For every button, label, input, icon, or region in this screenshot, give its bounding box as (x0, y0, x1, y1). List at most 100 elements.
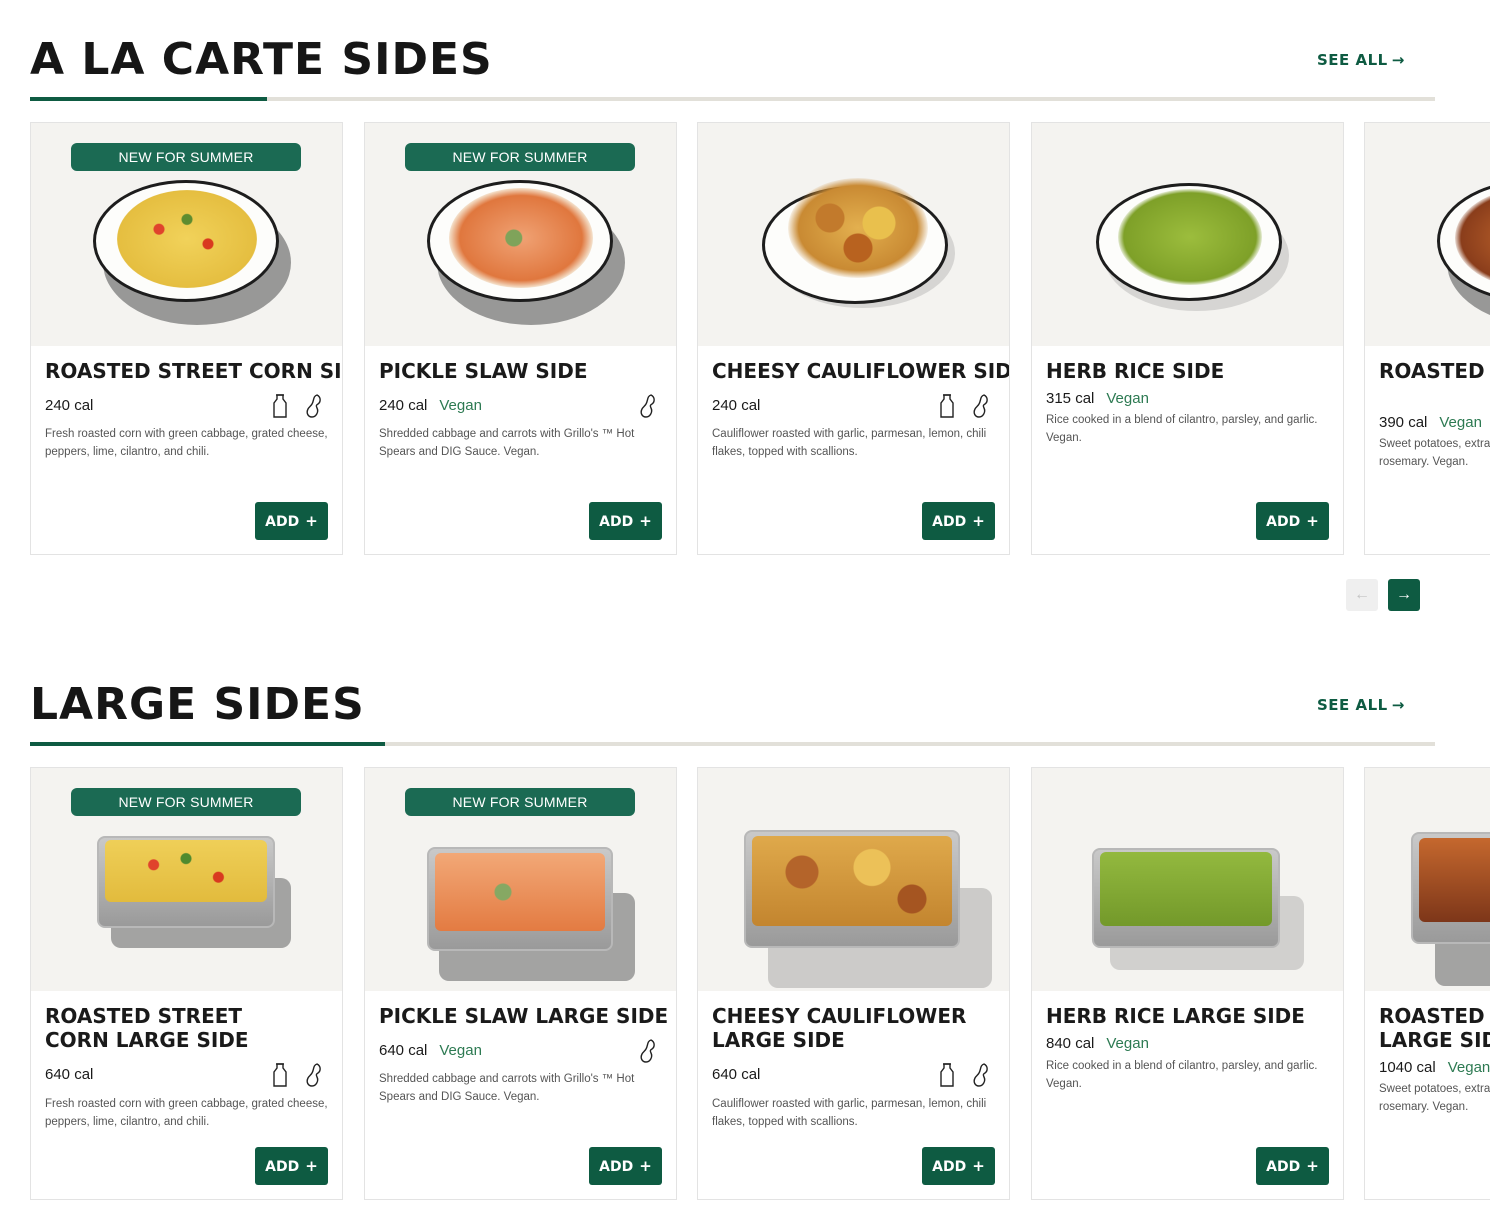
product-description: Rice cooked in a blend of cilantro, pars… (1046, 1060, 1318, 1090)
allergen-icons (937, 1062, 991, 1088)
add-button[interactable]: ADD + (255, 1147, 328, 1185)
calories-value: 640 cal (379, 1042, 428, 1059)
plus-icon: + (305, 1157, 318, 1175)
product-name: CHEESY CAULIFLOWER SIDE (712, 359, 1010, 383)
product-name: ROASTED STREET CORN LARGE SIDE (45, 1004, 249, 1052)
allergen-icons (270, 393, 324, 419)
peanut-icon (306, 394, 321, 418)
add-label: ADD (265, 1159, 300, 1175)
product-card[interactable]: ROASTED SW SIDE 390 cal Vegan Sweet potat… (1364, 122, 1490, 555)
product-card[interactable]: HERB RICE SIDE 315 cal Vegan Rice cooked … (1031, 122, 1344, 555)
calories: 640 cal (712, 1066, 760, 1083)
plate-image (425, 178, 625, 328)
plus-icon: + (972, 512, 985, 530)
product-description: Shredded cabbage and carrots with Grillo… (379, 1073, 635, 1103)
carousel-next-button[interactable]: → (1388, 579, 1420, 611)
new-badge: NEW FOR SUMMER (71, 788, 301, 816)
calories-value: 390 cal (1379, 414, 1428, 431)
allergen-icons (270, 1062, 324, 1088)
add-button[interactable]: ADD + (589, 502, 662, 540)
product-card[interactable]: NEW FOR SUMMER ROASTED STREET CORN LARGE… (30, 767, 343, 1200)
plus-icon: + (1306, 512, 1319, 530)
section-divider-accent (30, 742, 385, 746)
new-badge: NEW FOR SUMMER (405, 143, 635, 171)
add-button[interactable]: ADD + (1256, 502, 1329, 540)
add-label: ADD (599, 514, 634, 530)
product-name: ROASTED STREET CORN SIDE (45, 359, 343, 383)
calories: 640 cal Vegan (379, 1042, 482, 1059)
add-button[interactable]: ADD + (255, 502, 328, 540)
plus-icon: + (639, 1157, 652, 1175)
vegan-tag: Vegan (439, 1042, 482, 1059)
product-card[interactable]: CHEESY CAULIFLOWER SIDE 240 cal Cauliflo… (697, 122, 1010, 555)
calories-value: 1040 cal (1379, 1059, 1436, 1076)
peanut-icon (306, 1063, 321, 1087)
peanut-icon (640, 1039, 655, 1063)
product-description: Fresh roasted corn with green cabbage, g… (45, 428, 328, 458)
product-image: NEW FOR SUMMER (31, 123, 342, 346)
product-card[interactable]: NEW FOR SUMMER PICKLE SLAW LARGE SIDE 64… (364, 767, 677, 1200)
product-carousel: NEW FOR SUMMER ROASTED STREET CORN LARGE… (30, 767, 1490, 1200)
tray-image (425, 843, 635, 983)
add-label: ADD (932, 1159, 967, 1175)
add-label: ADD (932, 514, 967, 530)
product-description: Sweet potatoes, extra rosemary. Vegan. (1379, 1083, 1490, 1113)
tray-image (91, 828, 301, 958)
product-description: Shredded cabbage and carrots with Grillo… (379, 428, 635, 458)
product-image (1365, 123, 1490, 346)
product-description: Cauliflower roasted with garlic, parmesa… (712, 1098, 987, 1128)
tray-image (1409, 830, 1490, 990)
product-description: Rice cooked in a blend of cilantro, pars… (1046, 414, 1318, 444)
product-image: NEW FOR SUMMER (365, 123, 676, 346)
product-card[interactable]: CHEESY CAULIFLOWER LARGE SIDE 640 cal Ca… (697, 767, 1010, 1200)
vegan-tag: Vegan (1447, 1059, 1490, 1076)
new-badge: NEW FOR SUMMER (71, 143, 301, 171)
plate-image (91, 178, 291, 328)
product-card[interactable]: HERB RICE LARGE SIDE 840 cal Vegan Rice c… (1031, 767, 1344, 1200)
product-image (698, 123, 1009, 346)
see-all-link[interactable]: SEE ALL → (1317, 696, 1405, 714)
calories: 240 cal (712, 397, 760, 414)
product-name: PICKLE SLAW SIDE (379, 359, 588, 383)
add-button[interactable]: ADD + (1256, 1147, 1329, 1185)
arrow-right-icon: → (1391, 51, 1405, 69)
see-all-link[interactable]: SEE ALL → (1317, 51, 1405, 69)
add-label: ADD (1266, 1159, 1301, 1175)
product-card[interactable]: ROASTED SW LARGE SIDE 1040 cal Vegan Swee… (1364, 767, 1490, 1200)
product-description: Sweet potatoes, extra rosemary. Vegan. (1379, 438, 1490, 468)
product-description: Fresh roasted corn with green cabbage, g… (45, 1098, 328, 1128)
add-label: ADD (1266, 514, 1301, 530)
product-name: ROASTED SW SIDE (1379, 359, 1490, 383)
section-divider (30, 97, 1435, 101)
plus-icon: + (1306, 1157, 1319, 1175)
section-large-sides: LARGE SIDES SEE ALL → NEW FOR SUMMER ROAS… (0, 645, 1490, 1215)
section-title: LARGE SIDES (30, 679, 365, 730)
product-card[interactable]: NEW FOR SUMMER PICKLE SLAW SIDE 240 cal V… (364, 122, 677, 555)
vegan-tag: Vegan (1106, 390, 1149, 407)
see-all-label: SEE ALL (1317, 696, 1388, 714)
allergen-icons (638, 1038, 658, 1064)
plus-icon: + (972, 1157, 985, 1175)
product-name: ROASTED SW LARGE SIDE (1379, 1004, 1490, 1052)
add-button[interactable]: ADD + (589, 1147, 662, 1185)
product-name: HERB RICE SIDE (1046, 359, 1225, 383)
product-image (1032, 768, 1343, 991)
section-divider-accent (30, 97, 267, 101)
section-a-la-carte-sides: A LA CARTE SIDES SEE ALL → NEW FOR SUMMER… (0, 0, 1490, 640)
product-carousel: NEW FOR SUMMER ROASTED STREET CORN SIDE … (30, 122, 1490, 555)
calories-value: 640 cal (45, 1066, 94, 1083)
add-button[interactable]: ADD + (922, 1147, 995, 1185)
plate-image (1094, 181, 1294, 331)
milk-icon (273, 394, 287, 418)
see-all-label: SEE ALL (1317, 51, 1388, 69)
product-card[interactable]: NEW FOR SUMMER ROASTED STREET CORN SIDE … (30, 122, 343, 555)
peanut-icon (973, 1063, 988, 1087)
add-button[interactable]: ADD + (922, 502, 995, 540)
plus-icon: + (639, 512, 652, 530)
carousel-prev-button[interactable]: ← (1346, 579, 1378, 611)
section-divider (30, 742, 1435, 746)
calories-value: 240 cal (379, 397, 428, 414)
milk-icon (940, 394, 954, 418)
allergen-icons (937, 393, 991, 419)
product-name: HERB RICE LARGE SIDE (1046, 1004, 1305, 1028)
